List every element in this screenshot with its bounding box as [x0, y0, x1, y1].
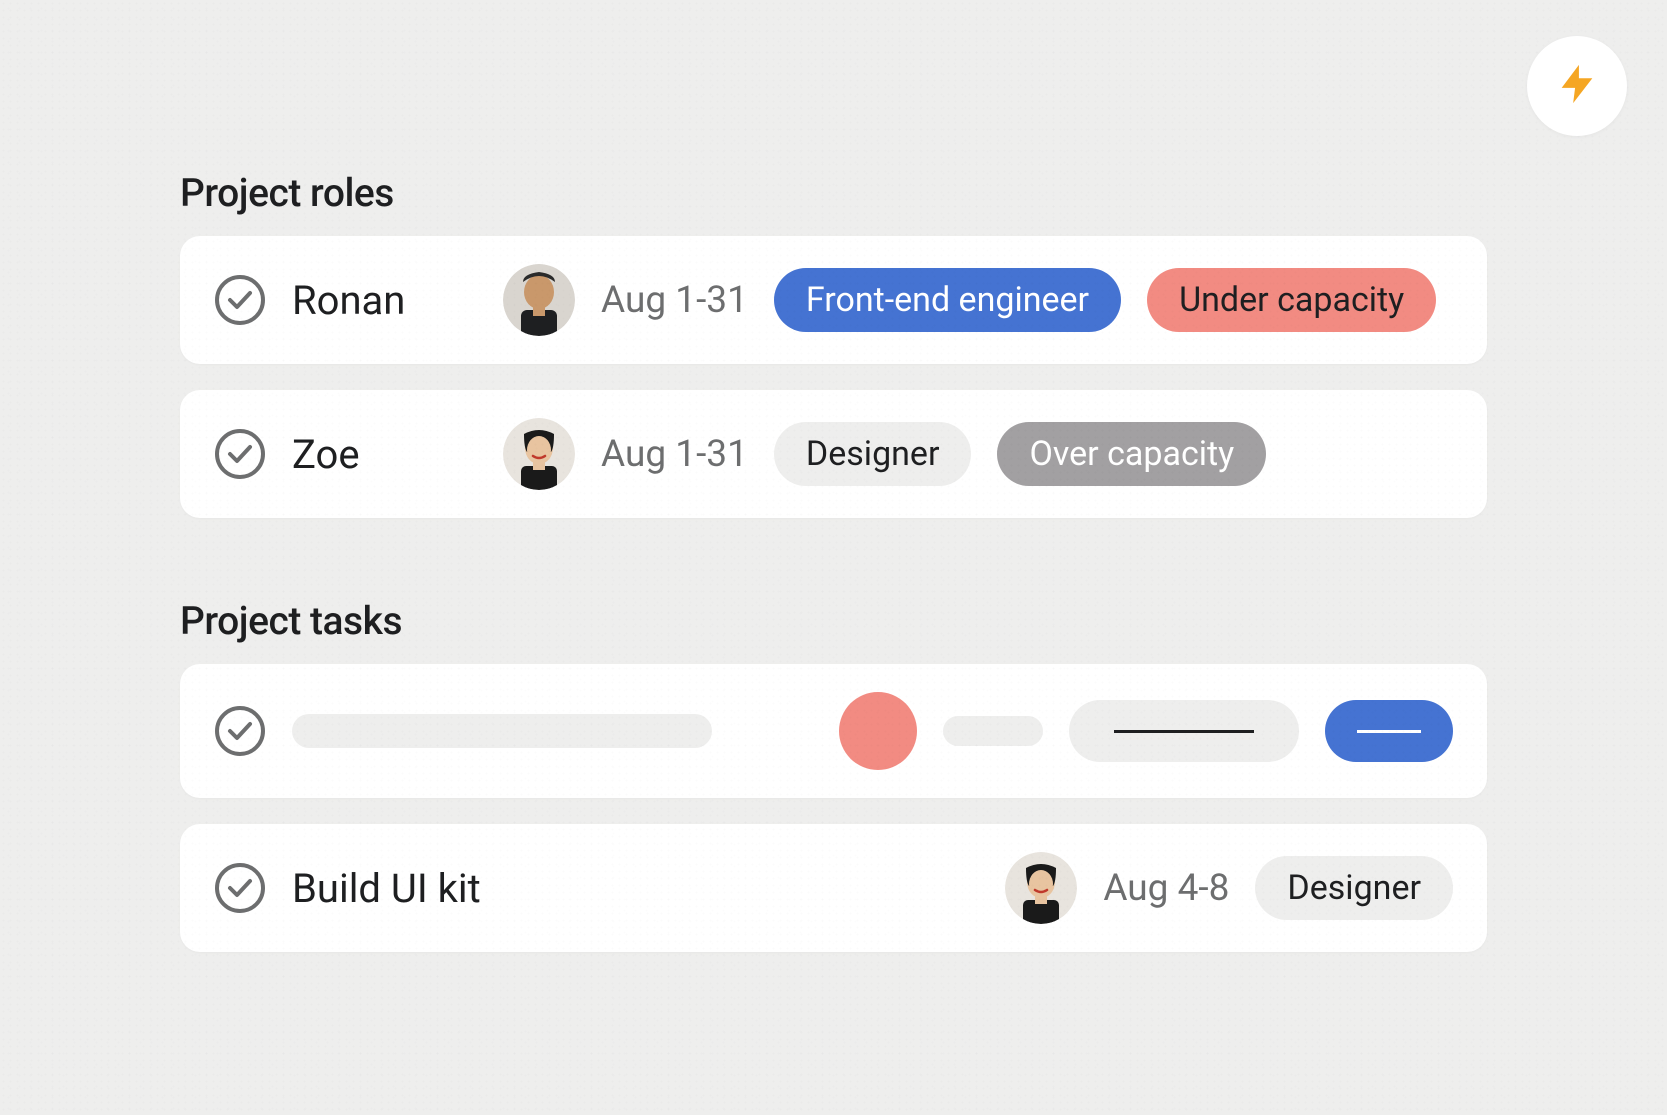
task-row-skeleton	[180, 664, 1487, 798]
date-range: Aug 1-31	[601, 433, 748, 476]
check-circle-icon[interactable]	[214, 274, 266, 326]
avatar[interactable]	[1005, 852, 1077, 924]
role-tag[interactable]: Designer	[774, 422, 972, 486]
role-row[interactable]: Zoe Aug 1-31 Designer Over capacity	[180, 390, 1487, 518]
check-circle-icon[interactable]	[214, 428, 266, 480]
task-tag[interactable]: Designer	[1255, 856, 1453, 920]
project-tasks-section: Project tasks Build UI kit	[180, 598, 1487, 952]
project-roles-section: Project roles Ronan	[180, 170, 1487, 518]
avatar-placeholder	[839, 692, 917, 770]
section-title-tasks: Project tasks	[180, 598, 1487, 644]
section-title-roles: Project roles	[180, 170, 1487, 216]
capacity-tag[interactable]: Under capacity	[1147, 268, 1436, 332]
role-tag[interactable]: Front-end engineer	[774, 268, 1121, 332]
tag-placeholder	[1069, 700, 1299, 762]
check-circle-icon[interactable]	[214, 705, 266, 757]
avatar[interactable]	[503, 264, 575, 336]
avatar[interactable]	[503, 418, 575, 490]
automation-fab[interactable]	[1527, 36, 1627, 136]
task-name-placeholder	[292, 714, 712, 748]
member-name: Zoe	[292, 431, 477, 478]
date-placeholder	[943, 716, 1043, 746]
capacity-tag[interactable]: Over capacity	[997, 422, 1266, 486]
lightning-icon	[1554, 61, 1600, 111]
task-row[interactable]: Build UI kit Aug 4-8 Designer	[180, 824, 1487, 952]
date-range: Aug 1-31	[601, 279, 748, 322]
role-row[interactable]: Ronan Aug 1-31 Front-end engineer Under …	[180, 236, 1487, 364]
date-range: Aug 4-8	[1103, 867, 1229, 910]
member-name: Ronan	[292, 277, 477, 324]
task-name: Build UI kit	[292, 865, 481, 912]
action-placeholder	[1325, 700, 1453, 762]
check-circle-icon[interactable]	[214, 862, 266, 914]
